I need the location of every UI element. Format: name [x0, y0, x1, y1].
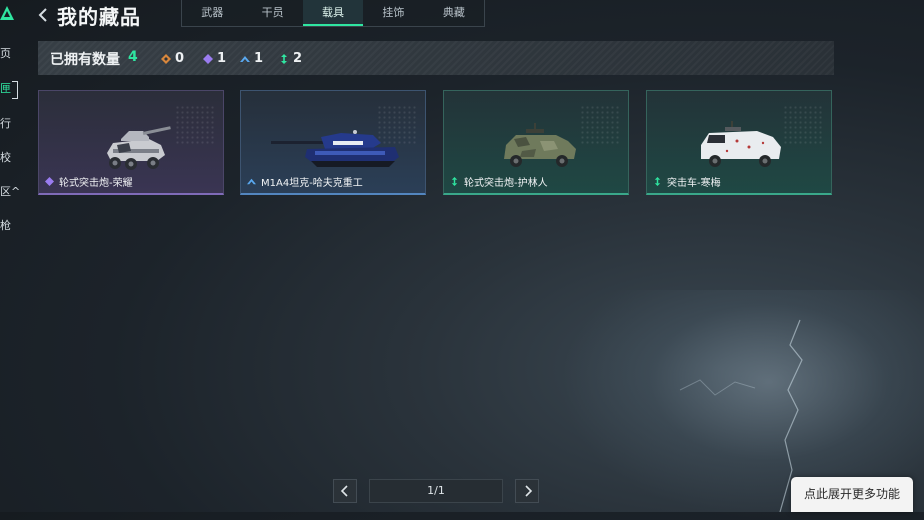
- card-name: 轮式突击炮-荣耀: [59, 178, 133, 189]
- blue-chevron-icon: [240, 55, 250, 62]
- green-arrows-icon: [654, 177, 661, 186]
- nav-item-school[interactable]: 校: [0, 151, 24, 165]
- nav-item-collection[interactable]: 匣: [0, 81, 24, 99]
- page-title: 我的藏品: [57, 5, 141, 29]
- owned-count-label: 已拥有数量: [50, 52, 120, 68]
- stat-gold: 0: [161, 51, 184, 66]
- card-name: 轮式突击炮-护林人: [464, 178, 548, 189]
- chevron-left-icon: [340, 485, 348, 497]
- stat-purple-value: 1: [217, 51, 227, 66]
- tab-bar: 武器 干员 载具 挂饰 典藏: [181, 0, 485, 27]
- nav-item-gun[interactable]: 枪: [0, 219, 24, 233]
- expand-more-features-button[interactable]: 点此展开更多功能: [791, 477, 913, 512]
- m1a4-tank-image: [271, 130, 399, 167]
- purple-diamond-icon: [203, 53, 213, 64]
- vehicle-card[interactable]: 轮式突击炮-护林人: [443, 90, 629, 195]
- vehicle-card[interactable]: M1A4坦克-哈夫克重工: [240, 90, 426, 195]
- stat-blue-value: 1: [254, 51, 264, 66]
- green-arrows-icon: [281, 53, 287, 64]
- nav-item-action[interactable]: 行: [0, 117, 24, 131]
- stat-green-value: 2: [293, 51, 303, 66]
- tab-operators[interactable]: 干员: [242, 0, 302, 26]
- wheeled-assault-gun-image: [107, 126, 171, 170]
- ownership-summary-bar: 已拥有数量 4 0 1 1 2: [38, 41, 834, 75]
- tab-charms[interactable]: 挂饰: [363, 0, 423, 26]
- nav-item-zone[interactable]: 区^: [0, 185, 24, 199]
- tab-vehicles[interactable]: 载具: [302, 0, 364, 26]
- stat-green: 2: [279, 51, 302, 66]
- next-page-button[interactable]: [515, 479, 539, 503]
- card-name: 突击车-寒梅: [667, 178, 721, 189]
- camo-assault-gun-image: [504, 123, 576, 167]
- tab-collection[interactable]: 典藏: [424, 0, 484, 26]
- prev-page-button[interactable]: [333, 479, 357, 503]
- card-label: 轮式突击炮-护林人: [450, 174, 548, 189]
- stat-gold-value: 0: [175, 51, 185, 66]
- vehicle-card[interactable]: 突击车-寒梅: [646, 90, 832, 195]
- tab-weapons[interactable]: 武器: [182, 0, 242, 26]
- card-name: M1A4坦克-哈夫克重工: [261, 178, 363, 189]
- card-label: M1A4坦克-哈夫克重工: [247, 174, 363, 189]
- assault-vehicle-image: [701, 121, 781, 167]
- chevron-right-icon: [525, 485, 533, 497]
- blue-chevron-icon: [247, 178, 256, 185]
- card-label: 轮式突击炮-荣耀: [45, 174, 133, 189]
- owned-count-total: 4: [128, 49, 138, 65]
- logo-icon: [0, 6, 14, 20]
- page-indicator: 1/1: [369, 479, 503, 503]
- stat-purple: 1: [203, 51, 226, 66]
- purple-diamond-icon: [45, 177, 54, 186]
- stat-blue: 1: [240, 51, 263, 66]
- green-arrows-icon: [451, 177, 458, 186]
- card-label: 突击车-寒梅: [653, 174, 721, 189]
- vehicle-card[interactable]: 轮式突击炮-荣耀: [38, 90, 224, 195]
- gold-diamond-icon: [161, 53, 171, 64]
- nav-item-home[interactable]: 页: [0, 47, 24, 61]
- back-chevron-icon[interactable]: [36, 6, 52, 24]
- left-nav: 页 匣 行 校 区^ 枪: [0, 0, 24, 512]
